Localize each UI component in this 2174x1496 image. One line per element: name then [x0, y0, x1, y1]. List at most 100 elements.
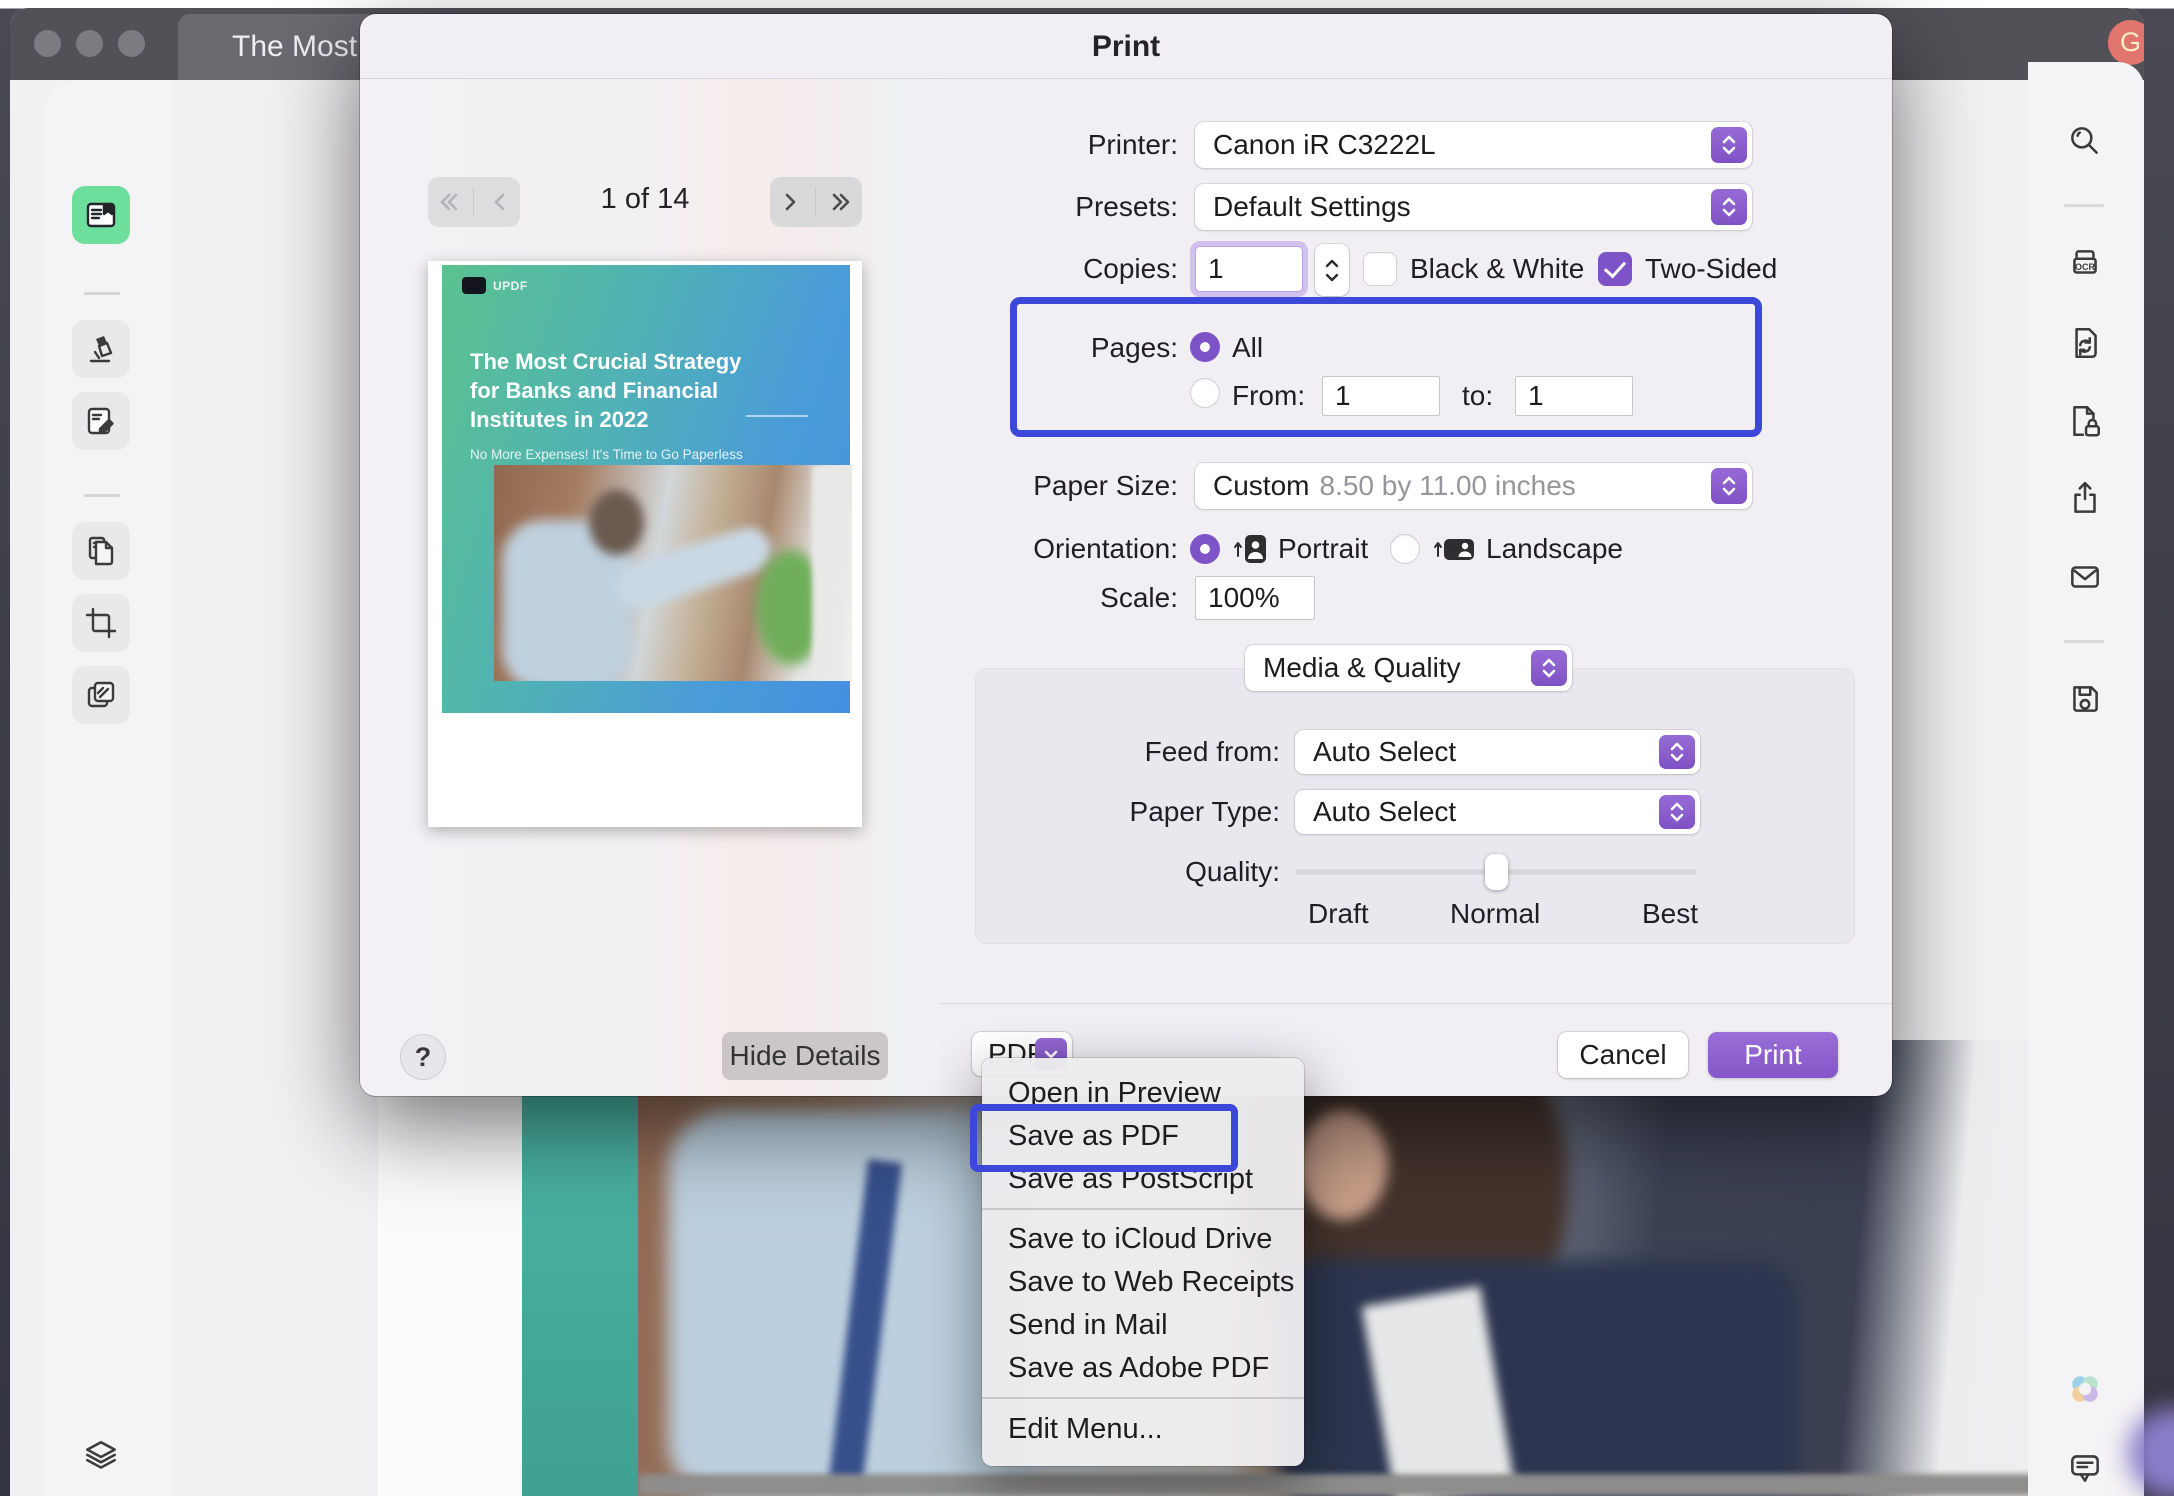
- select-stepper-icon: [1711, 468, 1747, 504]
- minimize-window-button[interactable]: [76, 30, 103, 57]
- crop-tool-button[interactable]: [72, 594, 130, 652]
- select-stepper-icon: [1711, 127, 1747, 163]
- hide-details-label: Hide Details: [729, 1040, 881, 1071]
- doc-title-line: Institutes in 2022: [470, 407, 649, 432]
- dialog-title: Print: [1091, 30, 1161, 63]
- preview-cover: UPDF The Most Crucial Strategy for Banks…: [442, 265, 852, 713]
- cancel-button[interactable]: Cancel: [1558, 1032, 1688, 1078]
- mail-tool-button[interactable]: [2056, 548, 2114, 606]
- right-toolbar-divider: [2064, 640, 2104, 643]
- reader-icon: [86, 202, 116, 228]
- pdf-page-teal-bar: [522, 1040, 638, 1496]
- paper-size-type: Custom: [1213, 470, 1310, 501]
- presets-value: Default Settings: [1213, 191, 1411, 222]
- feed-from-select[interactable]: Auto Select: [1295, 730, 1700, 774]
- reader-tool-button[interactable]: [72, 186, 130, 244]
- photo-face-shape: [1298, 1110, 1388, 1220]
- last-page-icon[interactable]: [827, 187, 857, 217]
- flatten-tool-button[interactable]: [72, 666, 130, 724]
- brand-name: UPDF: [493, 278, 528, 293]
- zoom-window-button[interactable]: [118, 30, 145, 57]
- cancel-label: Cancel: [1579, 1039, 1667, 1070]
- printer-select[interactable]: Canon iR C3222L: [1195, 122, 1752, 168]
- convert-tool-button[interactable]: [2056, 314, 2114, 372]
- two-sided-checkbox[interactable]: [1598, 252, 1632, 286]
- presets-label: Presets:: [1075, 191, 1178, 222]
- preview-pane: 1 of 14 UPDF The Most Crucial Strategy f…: [360, 79, 940, 1096]
- pages-to-input[interactable]: [1515, 376, 1633, 416]
- quality-label: Quality:: [1185, 856, 1280, 887]
- settings-section-select[interactable]: Media & Quality: [1245, 645, 1572, 691]
- pdf-page-background: [378, 1040, 522, 1496]
- paper-size-label: Paper Size:: [1033, 470, 1178, 501]
- preview-brand: UPDF: [462, 277, 528, 294]
- doc-title-line: for Banks and Financial: [470, 378, 719, 403]
- menu-separator: [982, 1397, 1304, 1399]
- orientation-portrait-label: Portrait: [1278, 533, 1369, 564]
- next-page-icon[interactable]: [775, 187, 805, 217]
- save-tool-button[interactable]: [2056, 670, 2114, 728]
- paper-type-value: Auto Select: [1313, 796, 1457, 827]
- landscape-icon: [1434, 539, 1474, 560]
- first-page-icon[interactable]: [433, 187, 463, 217]
- photo-blazer-shape: [1278, 1260, 1798, 1496]
- preview-doc-subtitle: No More Expenses! It's Time to Go Paperl…: [470, 447, 743, 462]
- orientation-label: Orientation:: [1033, 533, 1178, 564]
- menu-item-save-as-adobe-pdf[interactable]: Save as Adobe PDF: [982, 1347, 1304, 1390]
- select-stepper-icon: [1659, 795, 1695, 829]
- settings-section-value: Media & Quality: [1263, 652, 1461, 683]
- print-button[interactable]: Print: [1708, 1032, 1838, 1078]
- close-window-button[interactable]: [34, 30, 61, 57]
- black-white-checkbox[interactable]: [1363, 252, 1397, 286]
- nav-divider: [815, 187, 817, 217]
- comment-panel-button[interactable]: [2056, 1438, 2114, 1496]
- menu-item-edit-menu[interactable]: Edit Menu...: [982, 1408, 1304, 1451]
- presets-select[interactable]: Default Settings: [1195, 184, 1752, 230]
- pages-range-radio[interactable]: [1190, 378, 1220, 408]
- account-avatar[interactable]: G: [2108, 20, 2144, 65]
- menu-item-save-as-postscript[interactable]: Save as PostScript: [982, 1158, 1304, 1201]
- slider-thumb[interactable]: [1485, 854, 1508, 890]
- scale-input[interactable]: [1195, 576, 1315, 620]
- layers-tool-button[interactable]: [72, 1428, 130, 1486]
- menu-item-send-in-mail[interactable]: Send in Mail: [982, 1304, 1304, 1347]
- print-preview-page: UPDF The Most Crucial Strategy for Banks…: [428, 261, 862, 827]
- page-indicator: 1 of 14: [600, 183, 690, 215]
- menu-item-save-to-icloud[interactable]: Save to iCloud Drive: [982, 1218, 1304, 1261]
- pages-highlight-annotation: [1010, 297, 1762, 437]
- protect-tool-button[interactable]: [2056, 392, 2114, 450]
- menu-separator: [982, 1208, 1304, 1210]
- pages-all-radio[interactable]: [1190, 332, 1220, 362]
- orientation-landscape-label: Landscape: [1486, 533, 1624, 564]
- orientation-portrait-radio[interactable]: [1190, 534, 1220, 564]
- pages-from-input[interactable]: [1322, 376, 1440, 416]
- share-tool-button[interactable]: [2056, 470, 2114, 528]
- nav-divider: [473, 187, 475, 217]
- ocr-tool-button[interactable]: OCR: [2056, 234, 2114, 292]
- pages-to-label: to:: [1462, 380, 1494, 411]
- print-dialog: Print 1 of 14 UPDF The Most Crucial Stra…: [360, 14, 1892, 1096]
- paper-size-value: Custom 8.50 by 11.00 inches: [1213, 463, 1576, 509]
- menu-item-save-to-web-receipts[interactable]: Save to Web Receipts: [982, 1261, 1304, 1304]
- portrait-icon: [1234, 535, 1266, 563]
- paper-size-select[interactable]: Custom 8.50 by 11.00 inches: [1195, 463, 1752, 509]
- ai-assistant-button[interactable]: [2056, 1360, 2114, 1418]
- paper-size-detail: 8.50 by 11.00 inches: [1319, 470, 1576, 501]
- help-button[interactable]: ?: [400, 1034, 446, 1080]
- copies-input[interactable]: [1195, 246, 1303, 292]
- menu-item-open-in-preview[interactable]: Open in Preview: [982, 1072, 1304, 1115]
- search-tool-button[interactable]: [2056, 112, 2114, 170]
- previous-page-icon[interactable]: [485, 187, 515, 217]
- highlighter-tool-button[interactable]: [72, 320, 130, 378]
- convert-document-icon: [2075, 328, 2097, 358]
- orientation-landscape-radio[interactable]: [1390, 534, 1420, 564]
- paper-type-select[interactable]: Auto Select: [1295, 790, 1700, 834]
- hide-details-button[interactable]: Hide Details: [722, 1032, 888, 1080]
- quality-slider[interactable]: [1295, 850, 1697, 894]
- stepper-down-icon: [1325, 273, 1339, 281]
- copies-stepper[interactable]: [1315, 244, 1349, 296]
- comment-note-tool-button[interactable]: [72, 392, 130, 450]
- organize-pages-tool-button[interactable]: [72, 522, 130, 580]
- document-lock-icon: [2073, 406, 2100, 437]
- menu-item-save-as-pdf[interactable]: Save as PDF: [982, 1115, 1304, 1158]
